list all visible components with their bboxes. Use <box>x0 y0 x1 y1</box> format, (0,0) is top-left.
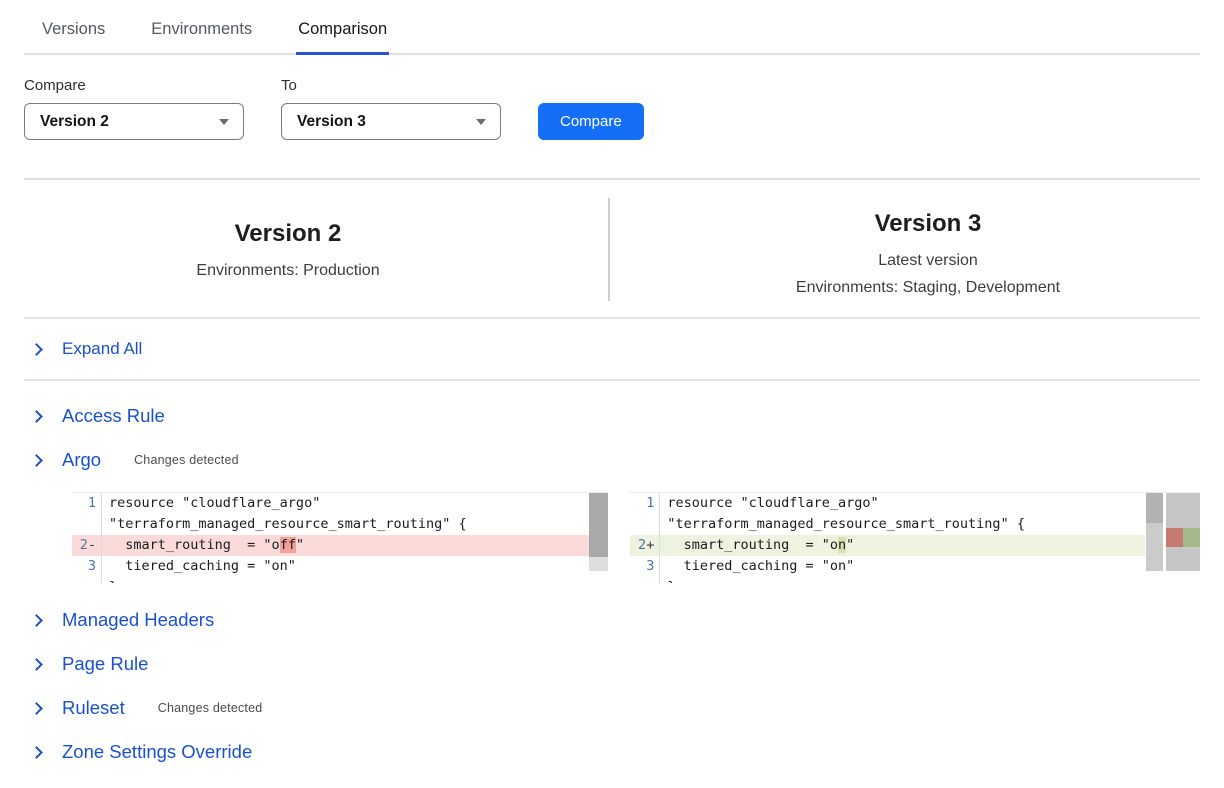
chevron-right-icon <box>30 454 43 467</box>
diff-row-left: } <box>72 577 608 583</box>
version-right-subtitle: Latest version <box>656 247 1200 274</box>
code-text: } <box>660 577 675 583</box>
scrollbar-thumb[interactable] <box>1146 493 1163 523</box>
diff-row-right: } <box>630 577 1145 583</box>
tab-comparison[interactable]: Comparison <box>296 14 389 55</box>
version-right-column: Version 3 Latest version Environments: S… <box>610 198 1200 301</box>
line-number <box>630 514 660 535</box>
diff-row-left: 3 tiered_caching = "on" <box>72 556 608 577</box>
section-ruleset[interactable]: Ruleset Changes detected <box>24 687 1200 730</box>
vertical-scrollbar[interactable] <box>589 493 608 571</box>
diff-panel-right: 1resource "cloudflare_argo""terraform_ma… <box>630 492 1200 583</box>
compare-from-select[interactable]: Version 2 <box>24 103 244 140</box>
version-right-environments: Environments: Staging, Development <box>656 274 1200 301</box>
vertical-scrollbar[interactable] <box>1146 493 1163 571</box>
expand-all-button[interactable]: Expand All <box>24 317 1200 381</box>
chevron-right-icon <box>30 410 43 423</box>
added-marker: + <box>646 537 654 553</box>
version-left-environments: Environments: Production <box>24 257 552 284</box>
added-change-marker <box>1183 528 1200 547</box>
section-argo[interactable]: Argo Changes detected <box>24 439 1200 482</box>
code-text: tiered_caching = "on" <box>102 556 296 577</box>
code-text: tiered_caching = "on" <box>660 556 854 577</box>
chevron-right-icon <box>30 702 43 715</box>
compare-controls: Compare Version 2 To Version 3 Compare <box>24 77 1200 180</box>
diff-overview-map <box>1166 493 1200 571</box>
diff-row-left: 2- smart_routing = "off" <box>72 535 608 556</box>
section-label: Managed Headers <box>62 609 214 631</box>
diff-code-area: 1resource "cloudflare_argo""terraform_ma… <box>630 493 1145 583</box>
section-label: Ruleset <box>62 697 125 719</box>
line-number: 2+ <box>630 535 660 556</box>
removed-change-marker <box>1166 528 1183 547</box>
code-text: "terraform_managed_resource_smart_routin… <box>102 514 467 535</box>
section-label: Zone Settings Override <box>62 741 252 763</box>
tab-bar: Versions Environments Comparison <box>24 0 1200 55</box>
line-number: 3 <box>630 556 660 577</box>
chevron-right-icon <box>30 658 43 671</box>
compare-from-value: Version 2 <box>40 113 109 131</box>
section-managed-headers[interactable]: Managed Headers <box>24 599 1200 642</box>
expand-all-label: Expand All <box>62 339 142 359</box>
scrollbar-thumb[interactable] <box>589 493 608 557</box>
version-left-title: Version 2 <box>24 220 552 248</box>
code-text: smart_routing = "on" <box>660 535 854 556</box>
compare-to-value: Version 3 <box>297 113 366 131</box>
code-text: resource "cloudflare_argo" <box>102 493 320 514</box>
section-page-rule[interactable]: Page Rule <box>24 643 1200 686</box>
line-number <box>72 577 102 583</box>
compare-to-select[interactable]: Version 3 <box>281 103 501 140</box>
changes-detected-badge: Changes detected <box>158 701 263 715</box>
chevron-down-icon <box>219 119 229 125</box>
code-text: } <box>102 577 117 583</box>
tab-environments[interactable]: Environments <box>149 14 254 55</box>
version-headers: Version 2 Environments: Production Versi… <box>24 198 1200 317</box>
section-label: Access Rule <box>62 405 165 427</box>
code-text: smart_routing = "off" <box>102 535 304 556</box>
version-right-title: Version 3 <box>656 210 1200 238</box>
diff-row-right: 1resource "cloudflare_argo" <box>630 493 1145 514</box>
compare-button[interactable]: Compare <box>538 103 644 140</box>
section-label: Argo <box>62 449 101 471</box>
section-zone-settings-override[interactable]: Zone Settings Override <box>24 731 1200 774</box>
changes-detected-badge: Changes detected <box>134 453 239 467</box>
line-number: 1 <box>72 493 102 514</box>
compare-label: Compare <box>24 77 244 94</box>
line-number <box>72 514 102 535</box>
diff-panel-left: 1resource "cloudflare_argo""terraform_ma… <box>72 492 608 583</box>
section-access-rule[interactable]: Access Rule <box>24 395 1200 438</box>
chevron-right-icon <box>30 614 43 627</box>
diff-row-left: "terraform_managed_resource_smart_routin… <box>72 514 608 535</box>
line-number: 3 <box>72 556 102 577</box>
to-label: To <box>281 77 501 94</box>
line-number: 1 <box>630 493 660 514</box>
version-left-column: Version 2 Environments: Production <box>24 198 610 301</box>
chevron-right-icon <box>30 343 43 356</box>
inline-diff-highlight: ff <box>280 537 296 553</box>
tab-versions[interactable]: Versions <box>40 14 107 55</box>
diff-row-right: 2+ smart_routing = "on" <box>630 535 1145 556</box>
diff-row-right: "terraform_managed_resource_smart_routin… <box>630 514 1145 535</box>
code-text: "terraform_managed_resource_smart_routin… <box>660 514 1025 535</box>
diff-row-left: 1resource "cloudflare_argo" <box>72 493 608 514</box>
chevron-right-icon <box>30 746 43 759</box>
line-number <box>630 577 660 583</box>
code-text: resource "cloudflare_argo" <box>660 493 878 514</box>
removed-marker: - <box>88 537 96 553</box>
argo-diff-viewer: 1resource "cloudflare_argo""terraform_ma… <box>72 492 1200 583</box>
diff-row-right: 3 tiered_caching = "on" <box>630 556 1145 577</box>
inline-diff-highlight: n <box>838 537 846 553</box>
chevron-down-icon <box>476 119 486 125</box>
line-number: 2- <box>72 535 102 556</box>
resource-sections: Access RuleArgoChanges detected1resource… <box>24 395 1200 774</box>
section-label: Page Rule <box>62 653 148 675</box>
